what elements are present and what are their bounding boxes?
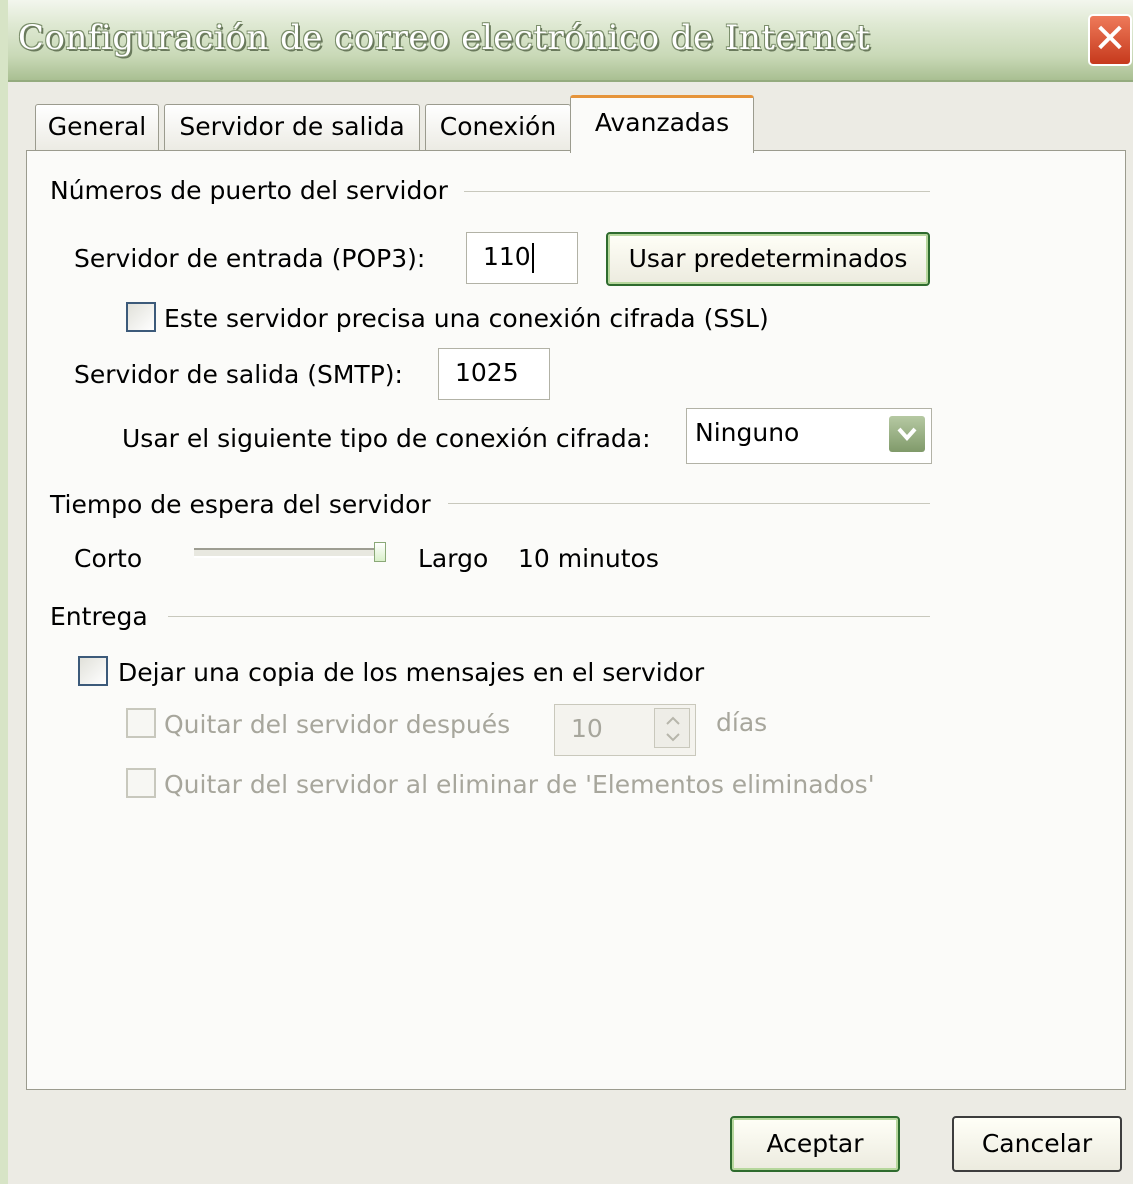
delivery-group-label: Entrega [50, 602, 148, 631]
encryption-type-label: Usar el siguiente tipo de conexión cifra… [122, 424, 651, 453]
chevron-down-icon [897, 427, 917, 442]
timeout-value: 10 minutos [518, 544, 659, 573]
slider-thumb[interactable] [374, 542, 386, 562]
group-divider [448, 503, 930, 504]
dialog-window: Configuración de correo electrónico de I… [0, 0, 1133, 1184]
days-spinner[interactable] [654, 708, 690, 748]
group-divider [464, 191, 930, 192]
outgoing-port-input[interactable]: 1025 [438, 348, 550, 400]
incoming-port-label: Servidor de entrada (POP3): [74, 244, 426, 273]
ok-button[interactable]: Aceptar [730, 1116, 900, 1172]
cancel-button[interactable]: Cancelar [952, 1116, 1122, 1172]
ssl-checkbox[interactable] [126, 302, 156, 332]
ports-group-label: Números de puerto del servidor [50, 176, 448, 205]
remove-after-days-value: 10 [571, 714, 603, 743]
days-unit-label: días [716, 708, 768, 737]
leave-copy-label: Dejar una copia de los mensajes en el se… [118, 658, 705, 687]
remove-on-delete-checkbox[interactable] [126, 768, 156, 798]
encryption-type-select[interactable]: Ninguno [686, 408, 932, 464]
remove-after-label: Quitar del servidor después [164, 710, 511, 739]
leave-copy-checkbox[interactable] [78, 656, 108, 686]
outgoing-port-value: 1025 [455, 358, 519, 387]
text-caret [531, 243, 534, 273]
timeout-long-label: Largo [418, 544, 489, 573]
remove-after-checkbox[interactable] [126, 708, 156, 738]
ssl-checkbox-label: Este servidor precisa una conexión cifra… [164, 304, 769, 333]
incoming-port-input[interactable]: 110 [466, 232, 578, 284]
timeout-short-label: Corto [74, 544, 143, 573]
incoming-port-value: 110 [483, 242, 531, 271]
group-divider [168, 616, 930, 617]
dropdown-button[interactable] [889, 416, 925, 452]
use-defaults-button[interactable]: Usar predeterminados [606, 232, 930, 286]
remove-on-delete-label: Quitar del servidor al eliminar de 'Elem… [164, 770, 875, 799]
timeout-slider[interactable] [194, 542, 386, 562]
outgoing-port-label: Servidor de salida (SMTP): [74, 360, 403, 389]
encryption-selected-value: Ninguno [695, 418, 800, 447]
spinner-arrows-icon [666, 716, 680, 742]
timeout-group-label: Tiempo de espera del servidor [50, 490, 431, 519]
panel-content: Números de puerto del servidor Servidor … [8, 0, 1133, 1184]
